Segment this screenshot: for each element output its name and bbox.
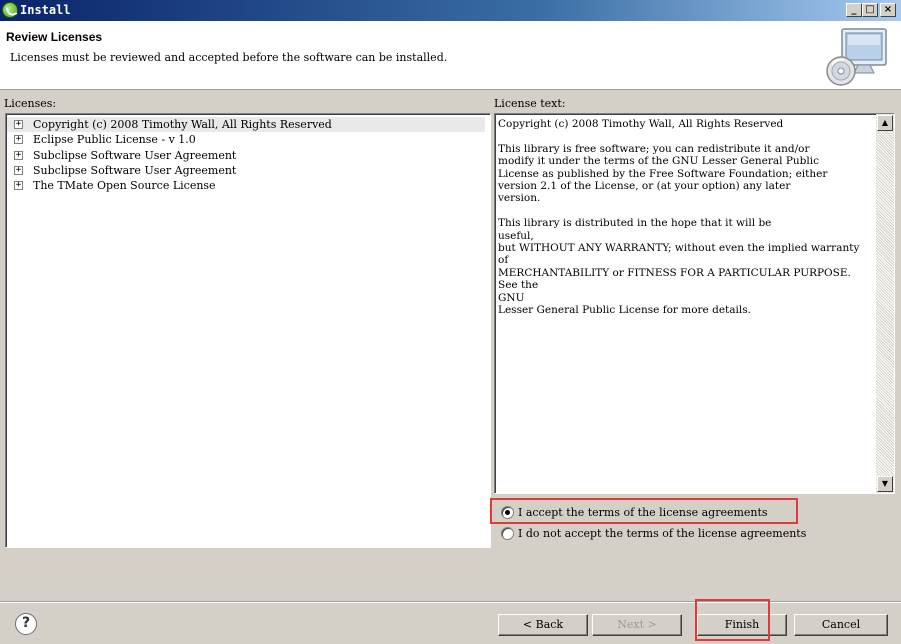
expand-icon[interactable]: + (14, 166, 23, 175)
vertical-scrollbar[interactable]: ▲ ▼ (876, 114, 894, 493)
accept-radio-option[interactable]: I accept the terms of the license agreem… (501, 505, 791, 520)
scroll-down-icon[interactable]: ▼ (877, 476, 893, 492)
license-text-area[interactable]: Copyright (c) 2008 Timothy Wall, All Rig… (494, 113, 895, 494)
page-title: Review Licenses (6, 30, 103, 44)
tree-item-label: Subclipse Software User Agreement (33, 164, 237, 177)
cancel-button[interactable]: Cancel (794, 614, 888, 636)
tree-item-label: Subclipse Software User Agreement (33, 149, 237, 162)
tree-item-license[interactable]: + Eclipse Public License - v 1.0 (10, 132, 480, 147)
expand-icon[interactable]: + (14, 151, 23, 160)
tree-item-license[interactable]: + Subclipse Software User Agreement (10, 148, 480, 163)
close-button[interactable]: × (880, 3, 896, 17)
decline-radio-option[interactable]: I do not accept the terms of the license… (501, 526, 841, 541)
window-titlebar[interactable]: Install _ □ × (0, 0, 901, 21)
expand-icon[interactable]: + (14, 120, 23, 129)
license-text-content: Copyright (c) 2008 Timothy Wall, All Rig… (498, 118, 860, 317)
maximize-button[interactable]: □ (862, 3, 878, 17)
expand-icon[interactable]: + (14, 135, 23, 144)
accept-radio[interactable] (501, 506, 514, 519)
back-button[interactable]: < Back (498, 614, 588, 636)
decline-radio[interactable] (501, 527, 514, 540)
scroll-up-icon[interactable]: ▲ (877, 115, 893, 131)
expand-icon[interactable]: + (14, 181, 23, 190)
minimize-button[interactable]: _ (846, 3, 862, 17)
tree-item-license[interactable]: + Copyright (c) 2008 Timothy Wall, All R… (7, 117, 485, 132)
tree-item-label: Eclipse Public License - v 1.0 (33, 133, 196, 146)
accept-label: I accept the terms of the license agreem… (518, 506, 768, 519)
wizard-header: Review Licenses Licenses must be reviewe… (0, 21, 901, 90)
license-text-label: License text: (494, 97, 566, 110)
licenses-label: Licenses: (4, 97, 57, 110)
finish-highlight-box (695, 599, 770, 641)
page-description: Licenses must be reviewed and accepted b… (10, 51, 448, 64)
tree-item-label: The TMate Open Source License (33, 179, 216, 192)
tree-item-label: Copyright (c) 2008 Timothy Wall, All Rig… (33, 118, 332, 131)
eclipse-leaf-icon (2, 2, 18, 18)
tree-item-license[interactable]: + The TMate Open Source License (10, 178, 480, 193)
install-computer-cd-icon (826, 28, 887, 86)
help-question-icon[interactable]: ? (15, 613, 37, 635)
tree-item-license[interactable]: + Subclipse Software User Agreement (10, 163, 480, 178)
next-button[interactable]: Next > (592, 614, 682, 636)
licenses-tree[interactable]: + Copyright (c) 2008 Timothy Wall, All R… (5, 113, 491, 548)
window-title: Install (20, 3, 71, 17)
decline-label: I do not accept the terms of the license… (518, 527, 807, 540)
